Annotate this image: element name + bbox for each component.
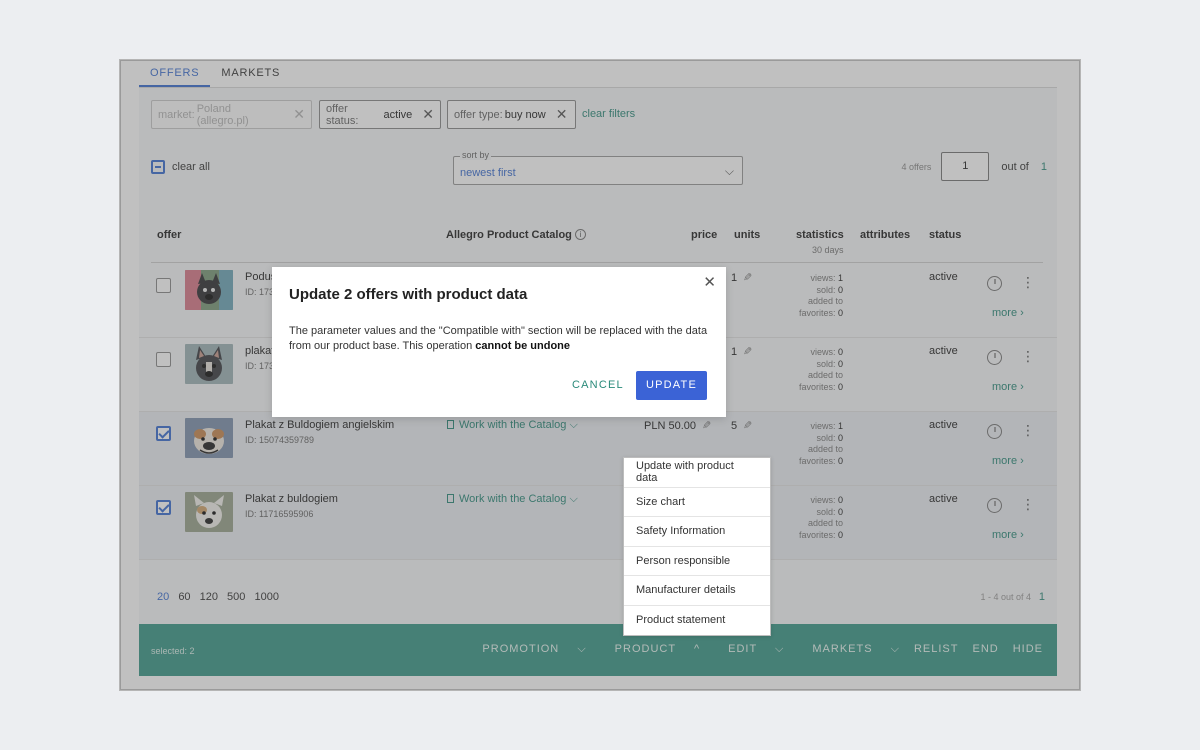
dialog-title: Update 2 offers with product data bbox=[289, 286, 528, 303]
page: OFFERS MARKETS market: Poland (allegro.p… bbox=[121, 61, 1079, 689]
cancel-button[interactable]: CANCEL bbox=[572, 379, 624, 391]
menu-item-safety-information[interactable]: Safety Information bbox=[624, 517, 770, 547]
dialog-body: The parameter values and the "Compatible… bbox=[289, 324, 719, 354]
update-offers-dialog: ✕ Update 2 offers with product data The … bbox=[272, 267, 726, 417]
app-frame: OFFERS MARKETS market: Poland (allegro.p… bbox=[119, 59, 1081, 691]
menu-item-product-statement[interactable]: Product statement bbox=[624, 606, 770, 636]
close-icon[interactable]: ✕ bbox=[703, 273, 716, 291]
menu-item-size-chart[interactable]: Size chart bbox=[624, 488, 770, 517]
product-dropdown-menu: Update with product data Size chart Safe… bbox=[623, 457, 771, 636]
menu-item-update-with-product-data[interactable]: Update with product data bbox=[624, 458, 770, 488]
menu-item-manufacturer-details[interactable]: Manufacturer details bbox=[624, 576, 770, 606]
menu-item-person-responsible[interactable]: Person responsible bbox=[624, 547, 770, 576]
dialog-body-warning: cannot be undone bbox=[475, 340, 571, 352]
content: OFFERS MARKETS market: Poland (allegro.p… bbox=[121, 61, 1079, 689]
update-button[interactable]: UPDATE bbox=[636, 371, 707, 400]
